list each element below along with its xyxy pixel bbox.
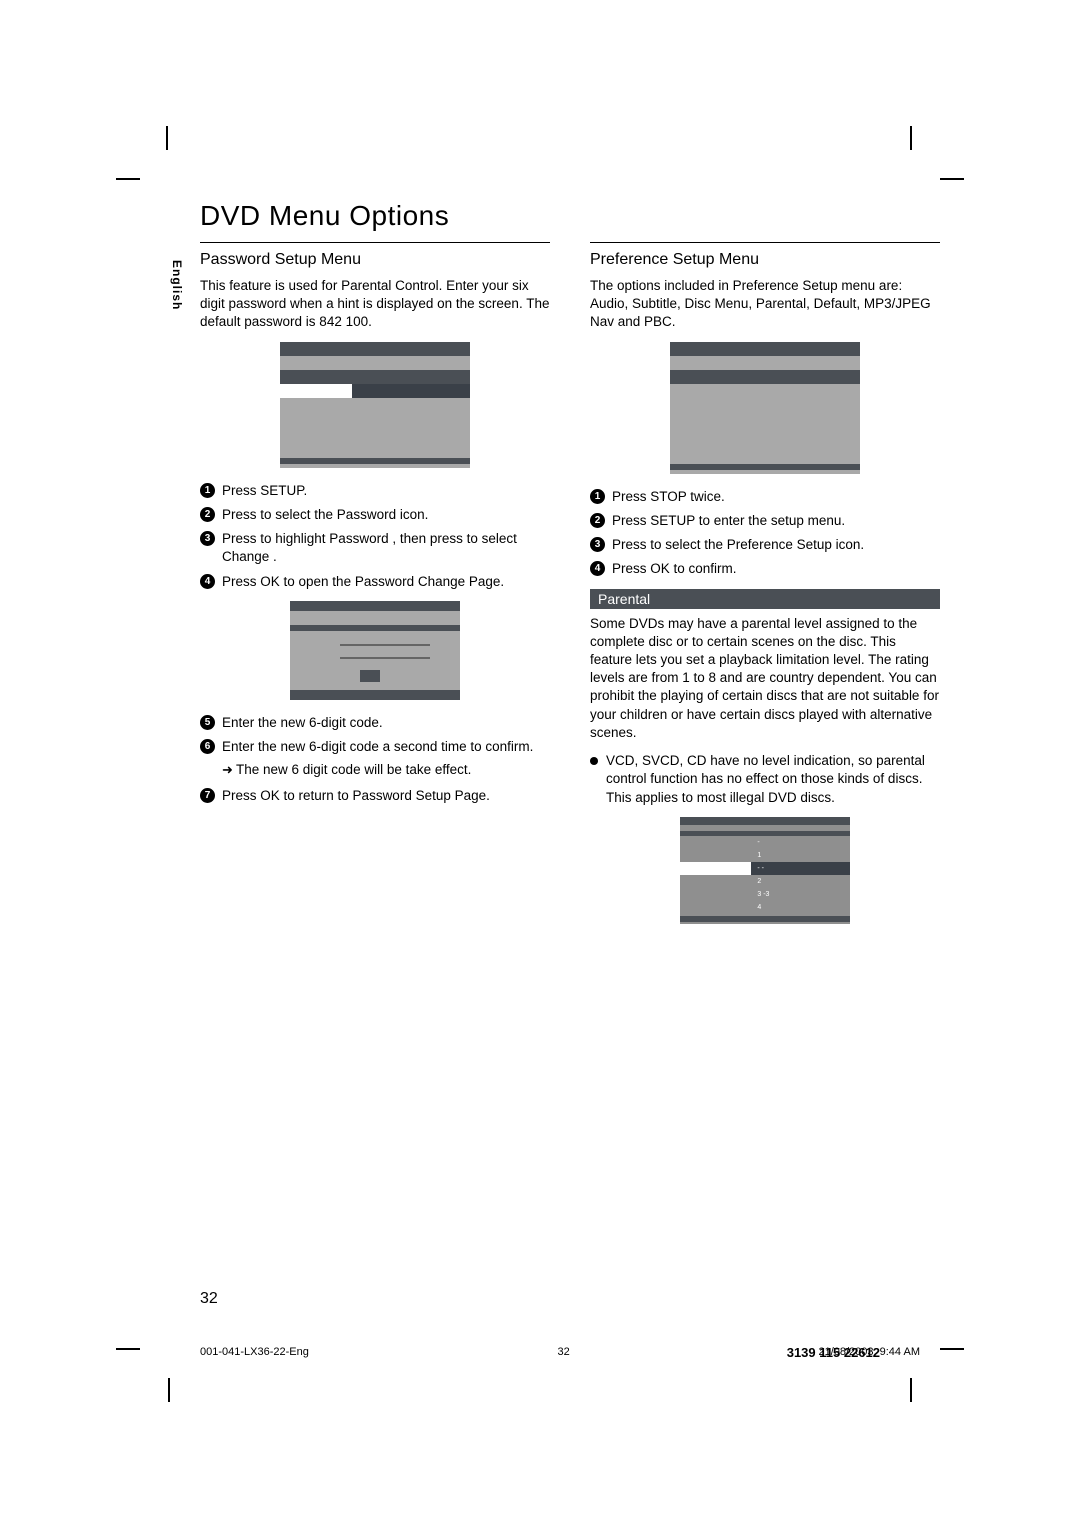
crop-mark	[910, 150, 940, 180]
manual-page: English DVD Menu Options Password Setup …	[0, 0, 1080, 1528]
step: Press to select the Password icon.	[200, 506, 550, 524]
step: Press OK to open the Password Change Pag…	[200, 573, 550, 591]
left-column: Password Setup Menu This feature is used…	[200, 242, 550, 924]
footer-code: 3139 115 22612	[787, 1345, 880, 1360]
osd-password-change	[290, 601, 460, 700]
section-heading-password: Password Setup Menu	[200, 251, 550, 269]
preference-intro: The options included in Preference Setup…	[590, 277, 940, 332]
page-number: 32	[200, 1290, 218, 1308]
step: Press OK to return to Password Setup Pag…	[200, 787, 550, 805]
language-tab: English	[170, 260, 184, 310]
step: Enter the new 6-digit code.	[200, 714, 550, 732]
crop-mark	[140, 150, 170, 180]
crop-mark	[140, 1348, 170, 1378]
step: Press to highlight Password , then press…	[200, 530, 550, 566]
parental-paragraph: Some DVDs may have a parental level assi…	[590, 615, 940, 743]
step: Press to select the Preference Setup ico…	[590, 536, 940, 554]
step: Press SETUP to enter the setup menu.	[590, 512, 940, 530]
preference-steps: Press STOP twice. Press SETUP to enter t…	[590, 488, 940, 579]
osd-row-text: - -	[751, 862, 850, 875]
osd-row-text: -	[751, 836, 850, 849]
password-steps-c: Press OK to return to Password Setup Pag…	[200, 787, 550, 805]
step: Press SETUP.	[200, 482, 550, 500]
page-title: DVD Menu Options	[200, 200, 940, 232]
password-intro: This feature is used for Parental Contro…	[200, 277, 550, 332]
subsection-heading-parental: Parental	[590, 589, 940, 609]
footer-mid: 32	[558, 1346, 570, 1358]
step: Press STOP twice.	[590, 488, 940, 506]
osd-row-text: 3 -3	[751, 888, 850, 901]
right-column: Preference Setup Menu The options includ…	[590, 242, 940, 924]
section-heading-preference: Preference Setup Menu	[590, 251, 940, 269]
footer-left: 001-041-LX36-22-Eng	[200, 1346, 309, 1358]
osd-parental-levels: - 1 - - 2 3 -3 4	[680, 817, 850, 924]
osd-row-text: 2	[751, 875, 850, 888]
parental-bullet: VCD, SVCD, CD have no level indication, …	[590, 752, 940, 807]
osd-preference-setup	[670, 342, 860, 474]
osd-row-text: 4	[751, 901, 850, 914]
osd-password-setup	[280, 342, 470, 468]
content-area: DVD Menu Options Password Setup Menu Thi…	[200, 200, 940, 924]
password-steps-a: Press SETUP. Press to select the Passwor…	[200, 482, 550, 591]
step: Enter the new 6-digit code a second time…	[200, 738, 550, 756]
osd-row-text: 1	[751, 849, 850, 862]
arrow-note: The new 6 digit code will be take effect…	[200, 762, 550, 777]
password-steps-b: Enter the new 6-digit code. Enter the ne…	[200, 714, 550, 756]
step: Press OK to confirm.	[590, 560, 940, 578]
